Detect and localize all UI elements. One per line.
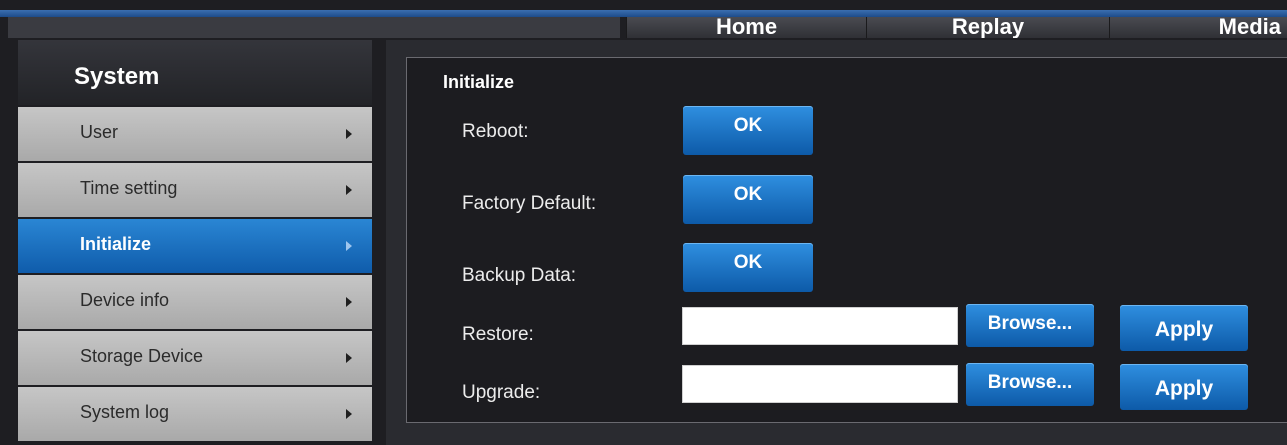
upgrade-file-input[interactable] bbox=[682, 365, 958, 403]
restore-apply-button[interactable]: Apply bbox=[1120, 305, 1248, 351]
top-left-block bbox=[8, 17, 620, 38]
restore-file-input[interactable] bbox=[682, 307, 958, 345]
nav-home-label: Home bbox=[715, 17, 778, 38]
sidebar-item-label: Device info bbox=[80, 290, 170, 310]
top-nav: Home Replay Media bbox=[626, 17, 1287, 38]
restore-label: Restore: bbox=[462, 324, 534, 345]
sidebar-item-label: System log bbox=[80, 402, 170, 422]
sidebar-item-initialize[interactable]: Initialize bbox=[18, 219, 372, 273]
backup-data-label: Backup Data: bbox=[462, 265, 577, 286]
nav-media-label: Media bbox=[1218, 17, 1281, 38]
chevron-right-icon bbox=[346, 129, 352, 139]
chevron-right-icon bbox=[346, 409, 352, 419]
sidebar: System User Time setting Initialize Devi… bbox=[18, 40, 372, 445]
sidebar-item-label: Storage Device bbox=[80, 346, 204, 366]
sidebar-item-user[interactable]: User bbox=[18, 107, 372, 161]
restore-browse-button[interactable]: Browse... bbox=[966, 304, 1094, 347]
sidebar-item-label: User bbox=[80, 122, 119, 142]
initialize-panel: Initialize Reboot: OK Factory Default: O… bbox=[406, 57, 1287, 423]
sidebar-title: System bbox=[18, 40, 372, 105]
panel-title: Initialize bbox=[443, 72, 515, 92]
chevron-right-icon bbox=[346, 353, 352, 363]
sidebar-item-system-log[interactable]: System log bbox=[18, 387, 372, 441]
chevron-right-icon bbox=[346, 297, 352, 307]
top-bar: Home Replay Media bbox=[0, 0, 1287, 38]
factory-default-ok-button[interactable]: OK bbox=[683, 175, 813, 224]
factory-default-label: Factory Default: bbox=[462, 193, 597, 214]
upgrade-apply-button[interactable]: Apply bbox=[1120, 364, 1248, 410]
upgrade-browse-button[interactable]: Browse... bbox=[966, 363, 1094, 406]
sidebar-item-label: Initialize bbox=[80, 234, 152, 254]
sidebar-item-storage-device[interactable]: Storage Device bbox=[18, 331, 372, 385]
nav-home[interactable]: Home bbox=[626, 17, 866, 38]
nav-replay[interactable]: Replay bbox=[866, 17, 1109, 38]
reboot-ok-button[interactable]: OK bbox=[683, 106, 813, 155]
chevron-right-icon bbox=[346, 241, 352, 251]
sidebar-item-label: Time setting bbox=[80, 178, 178, 198]
main-content: Initialize Reboot: OK Factory Default: O… bbox=[386, 40, 1287, 445]
nav-replay-label: Replay bbox=[951, 17, 1025, 38]
sidebar-item-time-setting[interactable]: Time setting bbox=[18, 163, 372, 217]
reboot-label: Reboot: bbox=[462, 121, 529, 142]
sidebar-item-device-info[interactable]: Device info bbox=[18, 275, 372, 329]
top-accent-line bbox=[0, 10, 1287, 17]
backup-data-ok-button[interactable]: OK bbox=[683, 243, 813, 292]
nav-media[interactable]: Media bbox=[1109, 17, 1287, 38]
upgrade-label: Upgrade: bbox=[462, 382, 541, 403]
chevron-right-icon bbox=[346, 185, 352, 195]
